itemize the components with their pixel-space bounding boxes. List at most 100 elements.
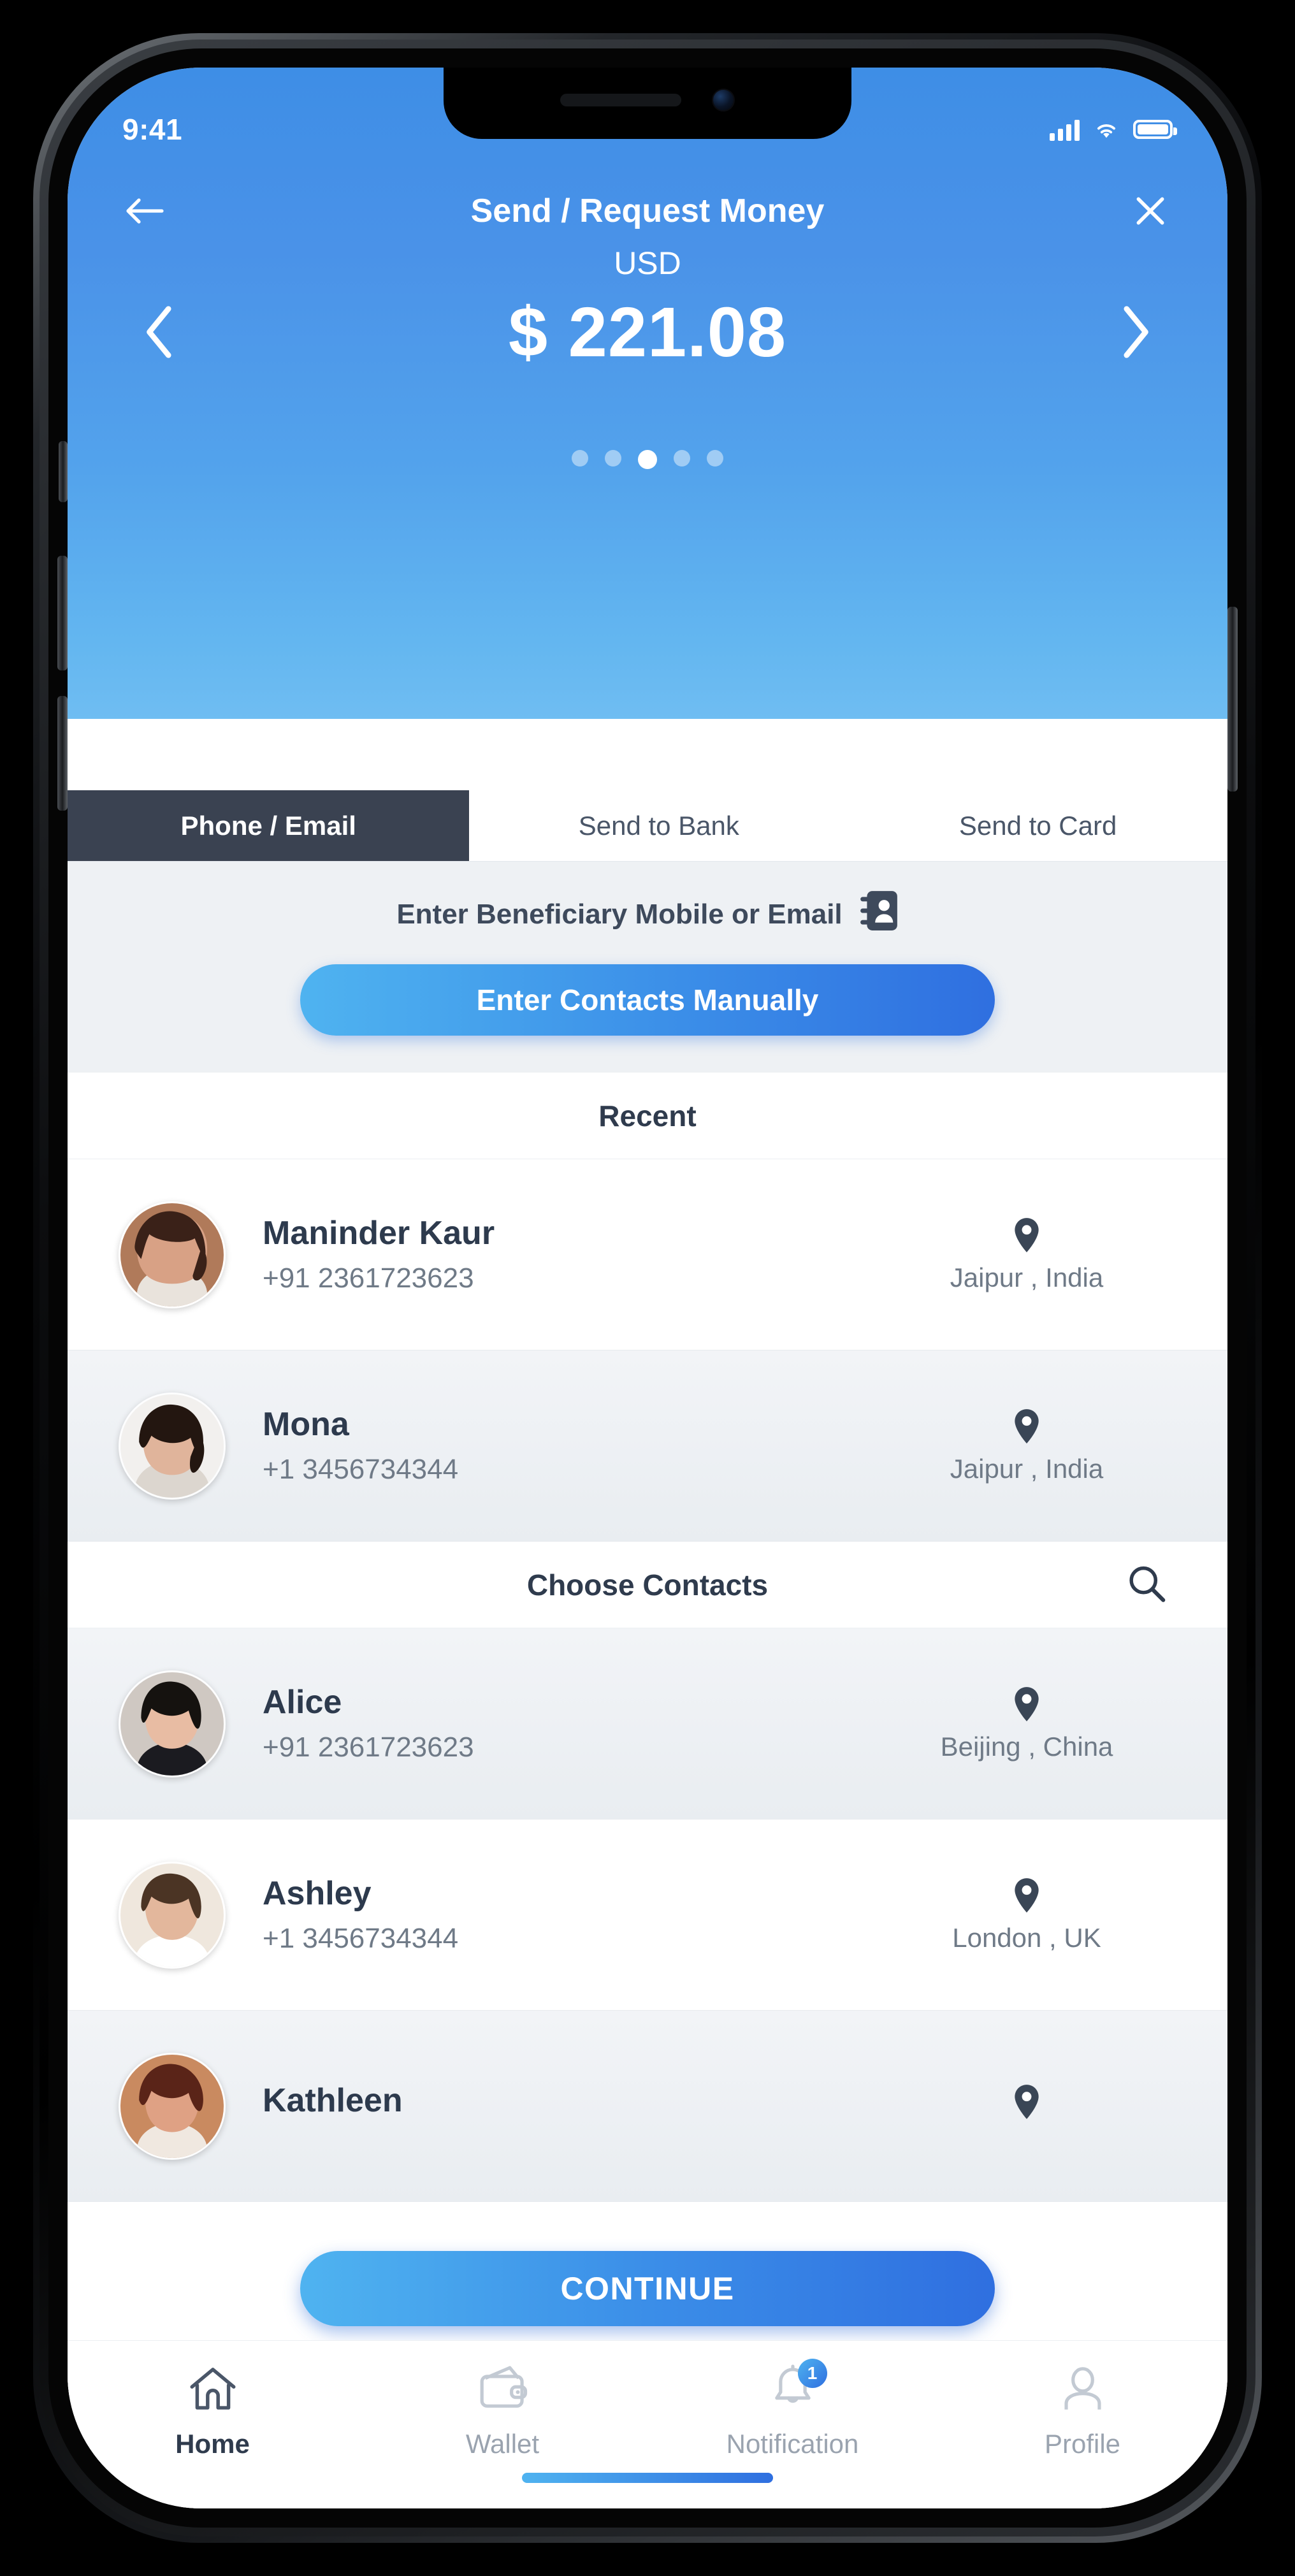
table-row[interactable]: Ashley +1 3456734344 London , UK (68, 1820, 1227, 2011)
status-bar-clock: 9:41 (122, 113, 183, 146)
volume-down-button[interactable] (57, 696, 68, 811)
table-row[interactable]: Alice +91 2361723623 Beijing , China (68, 1628, 1227, 1820)
table-row[interactable]: Maninder Kaur +91 2361723623 Jaipur , In… (68, 1159, 1227, 1350)
screenshot-stage: 9:41 Send / Request Money USD $ 221.08 P… (0, 0, 1295, 2576)
map-pin-icon (877, 2083, 1176, 2120)
contact-name: Maninder Kaur (263, 1214, 495, 1252)
wifi-icon (1097, 124, 1116, 138)
contact-details: Kathleen (226, 2082, 877, 2131)
phone-screen: 9:41 Send / Request Money USD $ 221.08 P… (68, 68, 1227, 2508)
battery-icon (1133, 120, 1177, 139)
person-icon (1064, 2367, 1101, 2410)
pager-dot-4[interactable] (674, 450, 690, 467)
continue-button-container: CONTINUE (68, 2251, 1227, 2326)
contact-details: Ashley +1 3456734344 (226, 1875, 877, 1955)
nav-item-wallet[interactable]: Wallet (358, 2363, 648, 2459)
power-button[interactable] (1227, 607, 1238, 792)
front-camera-icon (712, 89, 735, 112)
tab-phone-email[interactable]: Phone / Email (68, 790, 470, 862)
signal-bars-icon (1050, 118, 1080, 141)
continue-button[interactable]: CONTINUE (300, 2251, 995, 2326)
close-icon[interactable] (1124, 185, 1176, 237)
contact-details: Alice +91 2361723623 (226, 1684, 877, 1764)
contact-location: Beijing , China (877, 1686, 1176, 1762)
phone-device-frame: 9:41 Send / Request Money USD $ 221.08 P… (33, 33, 1262, 2543)
search-icon[interactable] (1127, 1563, 1166, 1606)
map-pin-icon (877, 1217, 1176, 1254)
choose-contacts-section-header: Choose Contacts (68, 1542, 1227, 1628)
map-pin-icon (877, 1686, 1176, 1723)
volume-up-button[interactable] (57, 556, 68, 670)
contact-name: Kathleen (263, 2081, 403, 2119)
nav-item-home[interactable]: Home (68, 2363, 358, 2459)
contact-location (877, 2083, 1176, 2129)
manual-entry-row: Enter Contacts Manually (68, 964, 1227, 1036)
header-nav-row: Send / Request Money (68, 176, 1227, 246)
tab-send-to-card[interactable]: Send to Card (848, 790, 1227, 862)
contact-phone: +91 2361723623 (263, 1732, 474, 1763)
contact-location: Jaipur , India (877, 1217, 1176, 1293)
choose-contacts-title: Choose Contacts (526, 1568, 769, 1602)
contact-name: Alice (263, 1683, 342, 1721)
avatar (119, 1392, 226, 1500)
carousel-pagination[interactable] (68, 450, 1227, 469)
contact-phone: +1 3456734344 (263, 1923, 459, 1955)
avatar (119, 1201, 226, 1308)
transfer-method-tabs: Phone / Email Send to Bank Send to Card (68, 790, 1227, 862)
page-title: Send / Request Money (470, 192, 825, 229)
enter-contacts-manually-button[interactable]: Enter Contacts Manually (300, 964, 995, 1036)
amount-carousel: $ 221.08 (68, 284, 1227, 380)
nav-label-profile: Profile (1044, 2429, 1121, 2459)
chevron-right-icon[interactable] (1106, 303, 1164, 361)
device-midframe: 9:41 Send / Request Money USD $ 221.08 P… (40, 40, 1255, 2536)
bottom-navigation-bar: Home Wallet 1 Notification Profile (68, 2340, 1227, 2508)
pager-dot-3[interactable] (638, 450, 657, 469)
contact-location: Jaipur , India (877, 1408, 1176, 1484)
contact-place-label: Beijing , China (940, 1731, 1113, 1762)
contact-name: Ashley (263, 1874, 372, 1912)
pager-dot-1[interactable] (572, 450, 588, 467)
avatar (119, 1670, 226, 1777)
home-indicator[interactable] (522, 2473, 773, 2483)
table-row[interactable]: Mona +1 3456734344 Jaipur , India (68, 1350, 1227, 1542)
app-header: 9:41 Send / Request Money USD $ 221.08 (68, 68, 1227, 719)
tab-send-to-bank[interactable]: Send to Bank (469, 790, 849, 862)
nav-item-profile[interactable]: Profile (937, 2363, 1227, 2459)
pager-dot-2[interactable] (605, 450, 621, 467)
pager-dot-5[interactable] (707, 450, 723, 467)
currency-label: USD (614, 245, 681, 281)
recent-section-header: Recent (68, 1073, 1227, 1159)
beneficiary-prompt-label: Enter Beneficiary Mobile or Email (396, 898, 843, 930)
contact-phone: +1 3456734344 (263, 1454, 459, 1486)
chevron-left-icon[interactable] (131, 303, 189, 361)
nav-label-wallet: Wallet (465, 2429, 540, 2459)
avatar (119, 2052, 226, 2160)
status-bar-indicators (1050, 118, 1177, 141)
display-notch (444, 68, 851, 139)
contact-place-label: Jaipur , India (950, 1262, 1104, 1292)
contact-location: London , UK (877, 1877, 1176, 1953)
contact-details: Mona +1 3456734344 (226, 1406, 877, 1486)
back-arrow-icon[interactable] (119, 185, 171, 237)
home-icon (189, 2368, 236, 2410)
beneficiary-prompt-row: Enter Beneficiary Mobile or Email (68, 890, 1227, 939)
amount-value: $ 221.08 (508, 293, 787, 372)
nav-label-notification: Notification (726, 2429, 859, 2459)
contact-place-label: London , UK (952, 1922, 1101, 1953)
recent-title: Recent (598, 1099, 697, 1132)
mute-switch[interactable] (59, 441, 68, 502)
avatar (119, 1861, 226, 1969)
contact-details: Maninder Kaur +91 2361723623 (226, 1215, 877, 1295)
wallet-icon (480, 2366, 527, 2408)
earpiece-speaker (560, 94, 681, 106)
notification-badge: 1 (797, 2359, 827, 2388)
nav-item-notification[interactable]: 1 Notification (648, 2359, 937, 2459)
address-book-icon[interactable] (859, 890, 899, 939)
contact-place-label: Jaipur , India (950, 1453, 1104, 1484)
map-pin-icon (877, 1408, 1176, 1445)
contact-phone: +91 2361723623 (263, 1263, 474, 1294)
nav-label-home: Home (175, 2429, 250, 2459)
beneficiary-band: Enter Beneficiary Mobile or Email Enter … (68, 862, 1227, 1073)
map-pin-icon (877, 1877, 1176, 1914)
table-row[interactable]: Kathleen (68, 2011, 1227, 2202)
